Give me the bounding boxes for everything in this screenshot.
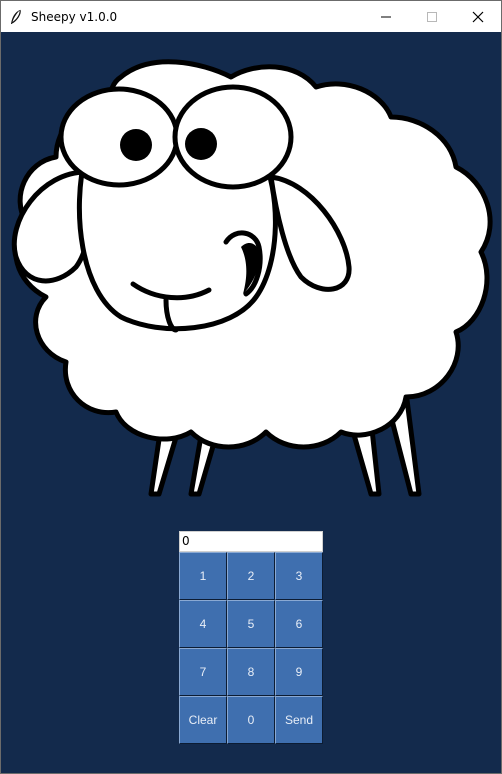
maximize-button[interactable] [409, 1, 455, 32]
key-4-button[interactable]: 4 [179, 600, 227, 648]
send-button[interactable]: Send [275, 696, 323, 744]
key-7-button[interactable]: 7 [179, 648, 227, 696]
app-window: Sheepy v1.0.0 0 1 2 3 4 5 6 7 8 9 Clear … [0, 0, 502, 774]
sheep-illustration [11, 59, 493, 497]
title-bar[interactable]: Sheepy v1.0.0 [1, 1, 501, 32]
window-title: Sheepy v1.0.0 [31, 9, 118, 24]
window-controls [363, 1, 501, 32]
key-6-button[interactable]: 6 [275, 600, 323, 648]
clear-button[interactable]: Clear [179, 696, 227, 744]
close-button[interactable] [455, 1, 501, 32]
minimize-button[interactable] [363, 1, 409, 32]
number-display[interactable]: 0 [179, 531, 323, 552]
key-0-button[interactable]: 0 [227, 696, 275, 744]
keypad: 1 2 3 4 5 6 7 8 9 Clear 0 Send [179, 552, 323, 744]
key-3-button[interactable]: 3 [275, 552, 323, 600]
client-area: 0 1 2 3 4 5 6 7 8 9 Clear 0 Send [1, 32, 501, 773]
key-5-button[interactable]: 5 [227, 600, 275, 648]
minimize-icon [381, 16, 391, 17]
key-8-button[interactable]: 8 [227, 648, 275, 696]
close-icon [472, 11, 484, 22]
key-9-button[interactable]: 9 [275, 648, 323, 696]
key-2-button[interactable]: 2 [227, 552, 275, 600]
maximize-icon [427, 11, 437, 22]
key-1-button[interactable]: 1 [179, 552, 227, 600]
feather-icon [1, 1, 31, 32]
